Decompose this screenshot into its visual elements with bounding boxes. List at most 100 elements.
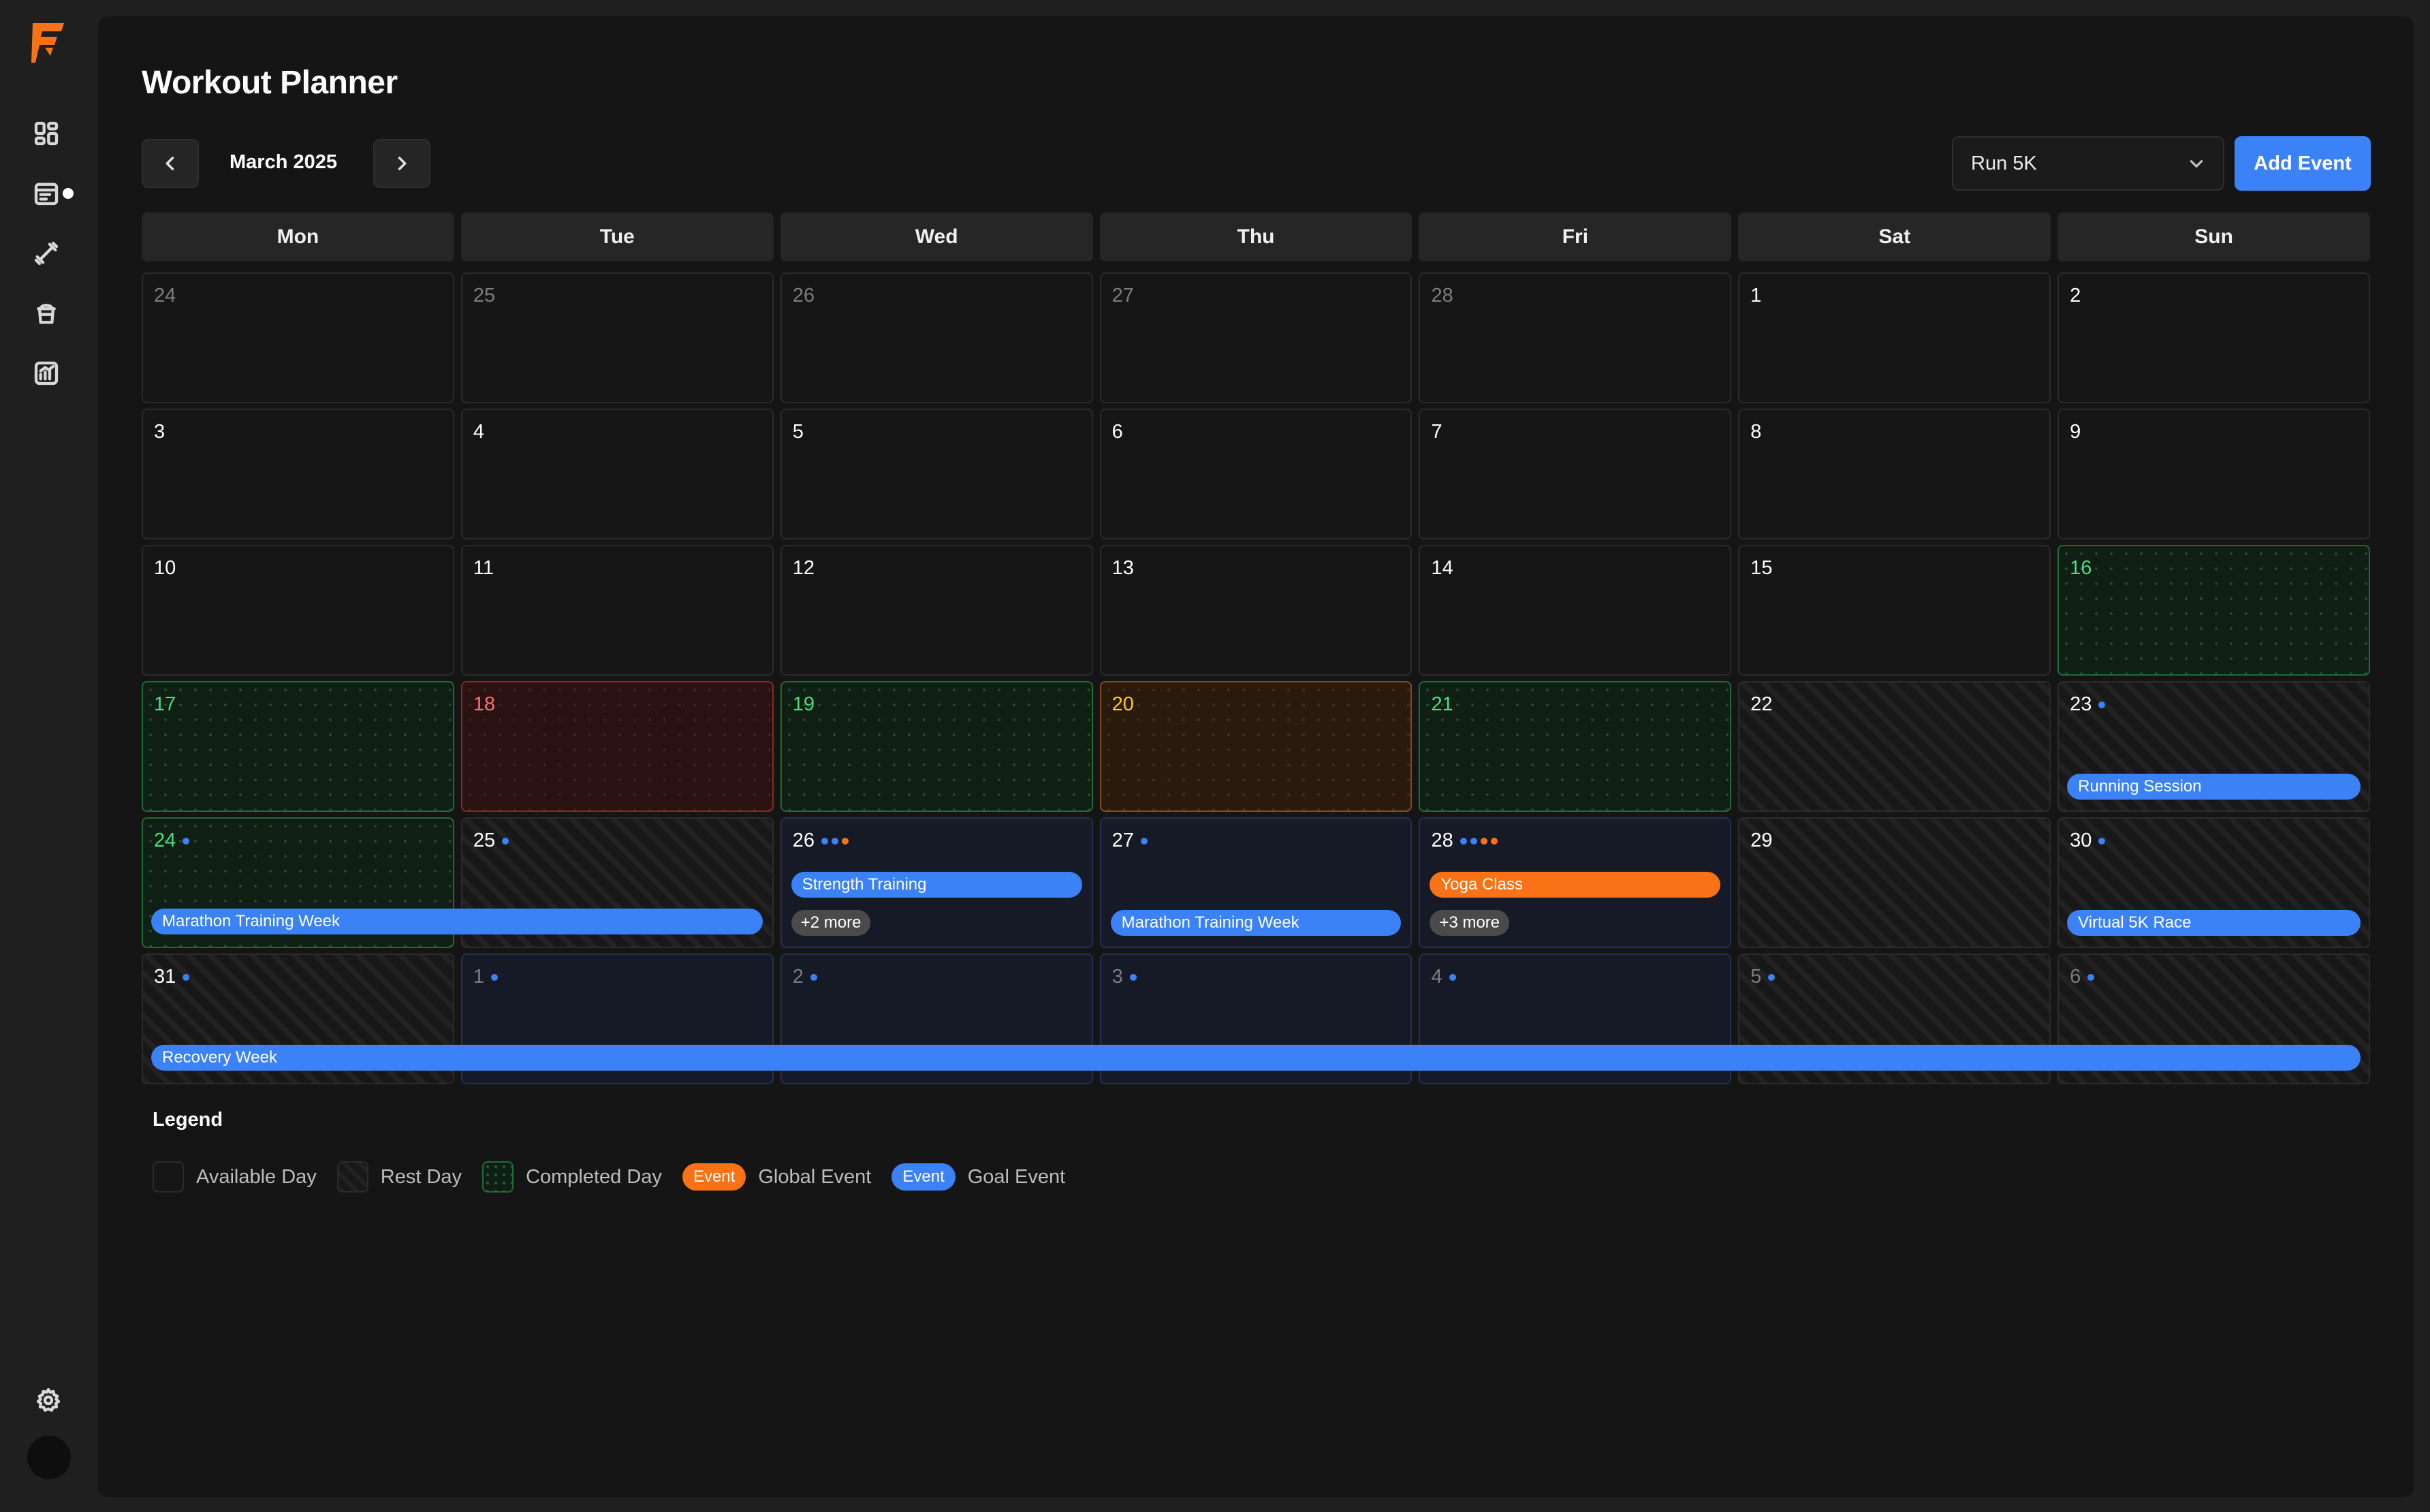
goal-event-dot	[2098, 701, 2106, 708]
global-event-dot	[1480, 837, 1487, 845]
day-number: 5	[792, 421, 804, 443]
calendar-grid: Mon Tue Wed Thu Fri Sat Sun 24 25 26 27 …	[142, 212, 2371, 1084]
day-number: 15	[1750, 557, 1773, 579]
day-cell-completed[interactable]: 19	[780, 681, 1093, 812]
week-row: 24 25 26 27 28 1 2	[142, 272, 2371, 403]
nutrition-icon[interactable]	[31, 298, 61, 328]
day-cell-completed[interactable]: 16	[2057, 545, 2371, 676]
day-number: 24	[154, 285, 176, 306]
day-number: 28	[1431, 285, 1453, 306]
day-cell[interactable]: 12	[780, 545, 1093, 676]
day-cell[interactable]: 3	[142, 409, 454, 539]
day-number: 26	[792, 285, 815, 306]
goal-event-dot	[1459, 837, 1467, 845]
goal-event-dot	[1140, 837, 1148, 845]
day-cell-rest[interactable]: 30 Virtual 5K Race	[2057, 817, 2371, 948]
day-cell-rest[interactable]: 22	[1738, 681, 2051, 812]
day-cell-scheduled[interactable]: 26 Strength Training +2 more	[780, 817, 1093, 948]
legend-label: Available Day	[196, 1165, 317, 1188]
app-logo[interactable]	[30, 20, 68, 65]
day-cell-completed[interactable]: 21	[1419, 681, 1732, 812]
day-number: 13	[1111, 557, 1134, 579]
goal-event-dot	[1449, 973, 1456, 981]
day-cell-rest[interactable]: 23 Running Session	[2057, 681, 2371, 812]
event-dots	[2087, 973, 2095, 981]
previous-month-button[interactable]	[142, 139, 199, 188]
day-number-text: 25	[473, 830, 496, 851]
day-cell[interactable]: 6	[1099, 409, 1413, 539]
avatar[interactable]	[27, 1436, 71, 1479]
day-cell[interactable]: 5	[780, 409, 1093, 539]
day-number-text: 28	[1431, 830, 1453, 851]
goal-select-value: Run 5K	[1971, 152, 2037, 174]
settings-icon[interactable]	[33, 1385, 63, 1415]
day-cell[interactable]: 11	[460, 545, 774, 676]
day-number-text: 5	[1750, 966, 1762, 988]
next-month-button[interactable]	[373, 139, 430, 188]
goal-event-dot	[491, 973, 498, 981]
day-number: 20	[1111, 693, 1134, 715]
day-cell[interactable]: 2	[2057, 272, 2371, 403]
event-dots	[2098, 837, 2106, 845]
day-cell-completed[interactable]: 17	[142, 681, 454, 812]
goal-event-dot	[1129, 973, 1137, 981]
goal-event-dot	[1768, 973, 1776, 981]
day-cell[interactable]: 27	[1099, 272, 1413, 403]
goal-event-dot	[2098, 837, 2106, 845]
day-cell[interactable]: 4	[460, 409, 774, 539]
more-events-button[interactable]: +2 more	[791, 910, 871, 936]
event-pill-strength-training[interactable]: Strength Training	[791, 872, 1082, 898]
day-cell[interactable]: 25	[460, 272, 774, 403]
calendar-icon[interactable]	[31, 178, 61, 208]
day-number: 9	[2070, 421, 2081, 443]
day-cell-rest[interactable]: 29	[1738, 817, 2051, 948]
event-pill-virtual-5k-race[interactable]: Virtual 5K Race	[2067, 910, 2361, 936]
day-cell[interactable]: 28	[1419, 272, 1732, 403]
event-dots	[1129, 973, 1137, 981]
day-number-text: 1	[473, 966, 484, 988]
goal-select[interactable]: Run 5K	[1952, 136, 2224, 191]
dumbbell-icon[interactable]	[31, 238, 61, 268]
day-number: 26	[793, 830, 849, 852]
day-cell[interactable]: 10	[142, 545, 454, 676]
goal-event-badge: Event	[891, 1163, 956, 1191]
event-pill-marathon-training-week[interactable]: Marathon Training Week	[151, 909, 763, 934]
day-cell[interactable]: 1	[1738, 272, 2051, 403]
day-cell[interactable]: 14	[1419, 545, 1732, 676]
day-cell[interactable]: 13	[1099, 545, 1413, 676]
dashboard-icon[interactable]	[31, 119, 61, 148]
chevron-left-icon	[165, 157, 174, 170]
day-number: 2	[793, 966, 817, 988]
day-number: 10	[154, 557, 176, 579]
day-cell[interactable]: 24	[142, 272, 454, 403]
event-dots	[491, 973, 498, 981]
day-cell[interactable]: 7	[1419, 409, 1732, 539]
week-row: 31 1 2 3 4 5 6 Recovery Week	[142, 954, 2371, 1084]
day-cell-partial[interactable]: 20	[1099, 681, 1413, 812]
day-cell[interactable]: 26	[780, 272, 1093, 403]
day-number: 5	[1750, 966, 1776, 988]
add-event-button[interactable]: Add Event	[2235, 136, 2371, 191]
active-indicator-dot	[63, 188, 74, 199]
day-cell[interactable]: 9	[2057, 409, 2371, 539]
legend-global-event: Event Global Event	[682, 1163, 871, 1191]
event-dots	[1449, 973, 1456, 981]
day-number: 30	[2070, 830, 2106, 852]
event-pill-recovery-week[interactable]: Recovery Week	[151, 1045, 2361, 1071]
day-cell-scheduled[interactable]: 28 Yoga Class +3 more	[1419, 817, 1732, 948]
week-row: 3 4 5 6 7 8 9	[142, 409, 2371, 539]
more-events-button[interactable]: +3 more	[1430, 910, 1510, 936]
day-cell-missed[interactable]: 18	[460, 681, 774, 812]
event-pill-yoga-class[interactable]: Yoga Class	[1430, 872, 1721, 898]
week-row: 10 11 12 13 14 15 16	[142, 545, 2371, 676]
analytics-icon[interactable]	[31, 358, 61, 388]
weekday-wed: Wed	[780, 212, 1093, 262]
day-number: 18	[473, 693, 496, 715]
day-cell[interactable]: 15	[1738, 545, 2051, 676]
day-number: 16	[2070, 557, 2092, 579]
goal-event-dot	[831, 837, 838, 845]
event-pill-running-session[interactable]: Running Session	[2067, 774, 2361, 800]
event-pill-marathon-training-week[interactable]: Marathon Training Week	[1110, 910, 1402, 936]
day-cell[interactable]: 8	[1738, 409, 2051, 539]
day-cell-scheduled[interactable]: 27 Marathon Training Week	[1099, 817, 1413, 948]
